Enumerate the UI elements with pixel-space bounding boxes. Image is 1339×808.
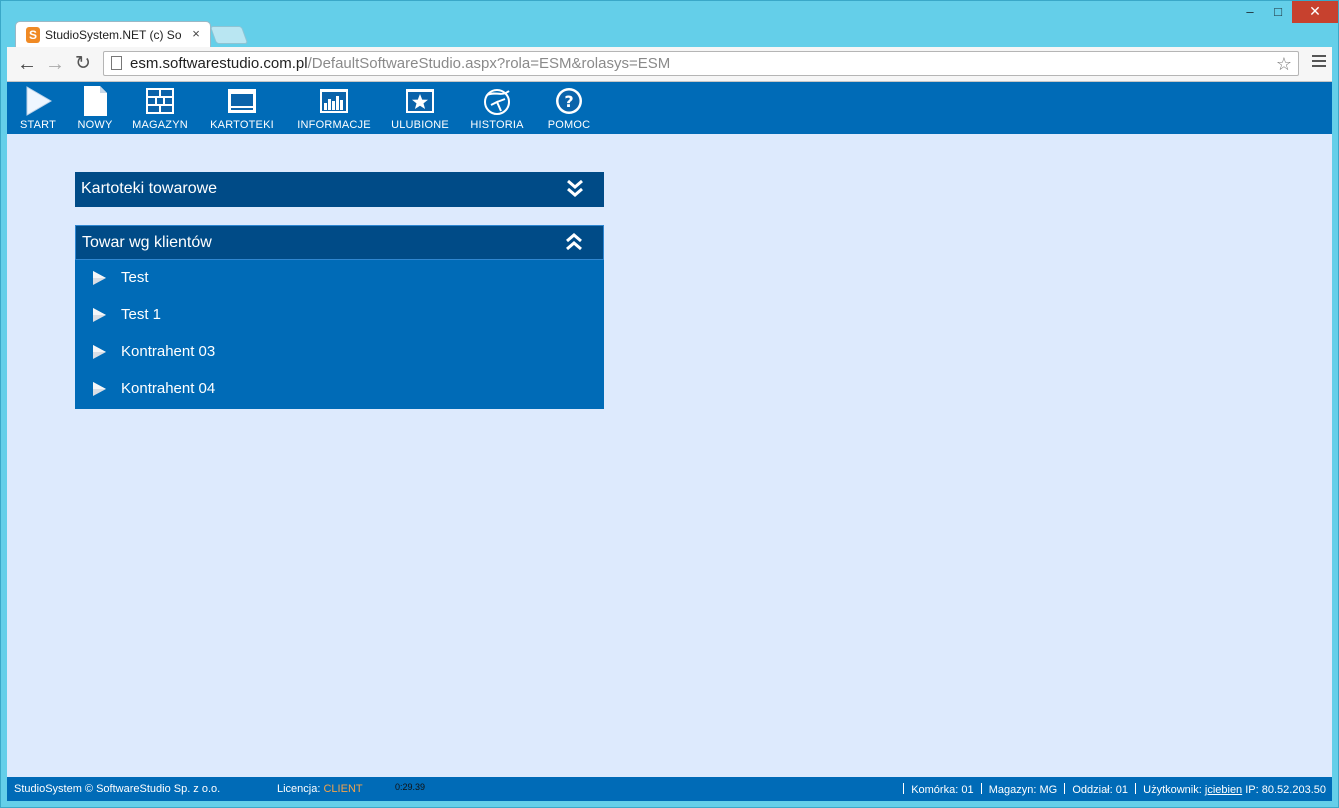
ip-label: IP: <box>1245 784 1259 796</box>
new-button[interactable]: NOWY <box>75 85 115 133</box>
branch-value: 01 <box>1115 784 1128 796</box>
separator <box>1135 783 1137 794</box>
new-tab-button[interactable] <box>209 26 249 44</box>
copyright-text: StudioSystem © SoftwareStudio Sp. z o.o. <box>14 783 221 795</box>
forward-icon[interactable]: → <box>43 52 67 76</box>
chevron-double-up-icon[interactable] <box>563 232 585 254</box>
list-item-label: Test 1 <box>121 306 162 323</box>
warehouse-label: MAGAZYN <box>132 119 188 131</box>
minimize-icon[interactable]: – <box>1236 1 1264 23</box>
license-label: Licencja: <box>277 783 321 795</box>
favorites-label: ULUBIONE <box>391 119 449 131</box>
timer-text: 0:29.39 <box>395 782 426 792</box>
panel-title: Towar wg klientów <box>82 234 212 251</box>
card-index-button[interactable]: KARTOTEKI <box>206 85 278 133</box>
session-info: Komórka: 01 Magazyn: MG Oddział: 01 Użyt… <box>899 783 1326 797</box>
information-button[interactable]: INFORMACJE <box>294 85 374 133</box>
app-toolbar: START NOWY MAGAZYN KARTOTEKI INFORMACJE … <box>7 82 1332 134</box>
play-icon <box>26 86 52 116</box>
address-bar[interactable]: esm.softwarestudio.com.pl/DefaultSoftwar… <box>103 51 1299 76</box>
start-button[interactable]: START <box>18 85 58 133</box>
list-item-label: Kontrahent 04 <box>121 380 216 397</box>
star-icon <box>406 89 434 113</box>
reload-icon[interactable]: ↻ <box>71 52 95 76</box>
browser-window: S StudioSystem.NET (c) Soft × – □ ✕ ← → … <box>0 0 1339 808</box>
help-icon: ? <box>556 88 582 114</box>
history-globe-icon <box>484 89 510 115</box>
warehouse-status-value: MG <box>1039 784 1058 796</box>
list-item[interactable]: Test 1 <box>75 297 604 334</box>
panel-list-towar-wg-klientow: Test Test 1 Kontrahent 03 Kontrahent 04 <box>75 260 604 409</box>
new-document-icon <box>84 86 107 116</box>
list-item-label: Test <box>121 269 149 286</box>
cell-value: 01 <box>961 784 974 796</box>
card-index-icon <box>228 89 256 113</box>
play-bullet-icon <box>93 382 106 396</box>
user-link[interactable]: jciebien <box>1205 784 1242 796</box>
history-button[interactable]: HISTORIA <box>466 85 528 133</box>
maximize-icon[interactable]: □ <box>1264 1 1292 23</box>
list-item-label: Kontrahent 03 <box>121 343 216 360</box>
warehouse-grid-icon <box>146 88 174 114</box>
information-label: INFORMACJE <box>297 119 371 131</box>
separator <box>980 783 982 794</box>
tab-title: StudioSystem.NET (c) Soft <box>45 28 181 42</box>
chevron-double-down-icon[interactable] <box>564 178 586 200</box>
separator <box>1064 783 1066 794</box>
close-window-icon[interactable]: ✕ <box>1292 1 1338 23</box>
warehouse-status-label: Magazyn: <box>988 784 1037 796</box>
license-info: Licencja: CLIENT <box>277 783 363 796</box>
history-label: HISTORIA <box>470 119 524 131</box>
start-label: START <box>19 119 57 131</box>
url-path: /DefaultSoftwareStudio.aspx?rola=ESM&rol… <box>307 55 671 72</box>
panel-header-kartoteki-towarowe[interactable]: Kartoteki towarowe <box>75 172 604 207</box>
card-index-label: KARTOTEKI <box>210 119 274 131</box>
url-host: esm.softwarestudio.com.pl <box>130 55 308 72</box>
cell-label: Komórka: <box>911 784 959 796</box>
new-label: NOWY <box>77 119 113 131</box>
play-bullet-icon <box>93 271 106 285</box>
list-item[interactable]: Kontrahent 04 <box>75 371 604 408</box>
warehouse-button[interactable]: MAGAZYN <box>129 85 191 133</box>
ip-value: 80.52.203.50 <box>1261 784 1326 796</box>
favicon-icon: S <box>26 27 40 43</box>
play-bullet-icon <box>93 308 106 322</box>
svg-text:?: ? <box>564 92 573 111</box>
bookmark-star-icon[interactable]: ☆ <box>1276 54 1292 74</box>
panel-header-towar-wg-klientow[interactable]: Towar wg klientów <box>75 225 604 260</box>
license-value: CLIENT <box>323 783 363 795</box>
help-label: POMOC <box>547 119 591 131</box>
title-bar: S StudioSystem.NET (c) Soft × – □ ✕ <box>1 1 1338 47</box>
bar-chart-icon <box>320 89 348 113</box>
list-item[interactable]: Kontrahent 03 <box>75 334 604 371</box>
page-content: START NOWY MAGAZYN KARTOTEKI INFORMACJE … <box>7 82 1332 801</box>
user-label: Użytkownik: <box>1143 784 1202 796</box>
help-button[interactable]: ? POMOC <box>544 85 594 133</box>
list-item[interactable]: Test <box>75 260 604 297</box>
separator <box>903 783 905 794</box>
branch-label: Oddział: <box>1072 784 1113 796</box>
back-icon[interactable]: ← <box>15 52 39 76</box>
browser-tab[interactable]: S StudioSystem.NET (c) Soft × <box>15 21 211 47</box>
window-controls: – □ ✕ <box>1236 1 1338 23</box>
tab-close-icon[interactable]: × <box>189 26 203 42</box>
panel-title: Kartoteki towarowe <box>81 180 218 197</box>
play-bullet-icon <box>93 345 106 359</box>
page-icon <box>111 56 122 70</box>
url-text[interactable]: esm.softwarestudio.com.pl/DefaultSoftwar… <box>130 55 670 73</box>
status-bar: StudioSystem © SoftwareStudio Sp. z o.o.… <box>7 777 1332 801</box>
browser-menu-icon[interactable] <box>1312 55 1326 71</box>
favorites-button[interactable]: ULUBIONE <box>387 85 453 133</box>
browser-toolbar: ← → ↻ esm.softwarestudio.com.pl/DefaultS… <box>7 47 1332 82</box>
